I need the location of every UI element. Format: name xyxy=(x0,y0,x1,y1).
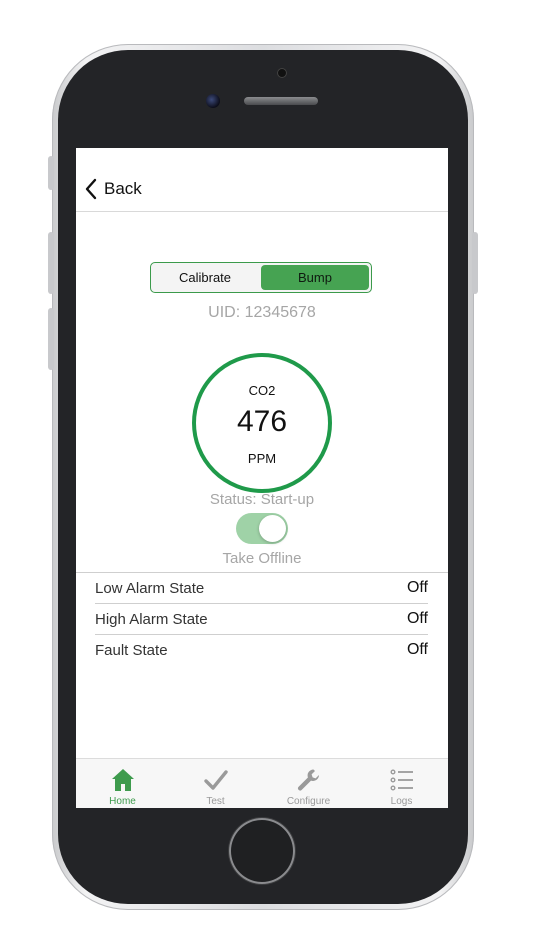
status-text: Status: Start-up xyxy=(209,491,315,508)
volume-down-button xyxy=(48,308,54,370)
earpiece-speaker xyxy=(244,97,318,105)
gas-name: CO2 xyxy=(248,383,276,398)
power-button xyxy=(472,232,478,294)
app-screen: Back Calibrate Bump UID: 12345678 CO2 47… xyxy=(76,148,448,808)
chevron-left-icon xyxy=(85,178,97,200)
device-uid: UID: 12345678 xyxy=(208,304,316,321)
toggle-knob xyxy=(259,515,286,542)
tab-label: Logs xyxy=(390,796,413,807)
back-button[interactable]: Back xyxy=(84,176,142,202)
state-row-high-alarm: High Alarm State Off xyxy=(95,604,428,635)
state-label: High Alarm State xyxy=(95,610,208,628)
state-value: Off xyxy=(406,579,428,596)
gas-unit: PPM xyxy=(247,451,277,466)
gas-reading-gauge: CO2 476 PPM xyxy=(192,353,332,493)
state-value: Off xyxy=(406,641,428,658)
tab-bar: Home Test Configure Logs xyxy=(76,758,448,808)
take-offline-toggle[interactable] xyxy=(236,513,288,544)
state-row-low-alarm: Low Alarm State Off xyxy=(95,573,428,604)
tab-configure[interactable]: Configure xyxy=(262,759,355,808)
tab-label: Configure xyxy=(286,796,331,807)
state-value: Off xyxy=(406,610,428,627)
state-label: Fault State xyxy=(95,641,168,659)
home-icon xyxy=(111,769,134,791)
wrench-icon xyxy=(297,769,319,791)
tab-label: Home xyxy=(109,796,136,807)
segment-bump[interactable]: Bump xyxy=(261,265,369,290)
mute-switch xyxy=(48,156,54,190)
state-label: Low Alarm State xyxy=(95,579,205,597)
home-button[interactable] xyxy=(229,818,295,884)
navigation-bar: Back xyxy=(76,148,448,212)
tab-label: Test xyxy=(206,796,225,807)
mode-segmented-control: Calibrate Bump xyxy=(150,262,372,293)
segment-calibrate[interactable]: Calibrate xyxy=(151,263,259,292)
state-list: Low Alarm State Off High Alarm State Off… xyxy=(95,573,428,665)
tab-test[interactable]: Test xyxy=(169,759,262,808)
tab-home[interactable]: Home xyxy=(76,759,169,808)
volume-up-button xyxy=(48,232,54,294)
state-row-fault: Fault State Off xyxy=(95,635,428,665)
proximity-sensor xyxy=(277,68,287,78)
list-icon xyxy=(390,769,413,791)
back-label: Back xyxy=(104,179,142,198)
tab-logs[interactable]: Logs xyxy=(355,759,448,808)
front-camera xyxy=(206,94,220,108)
stage: Back Calibrate Bump UID: 12345678 CO2 47… xyxy=(0,0,534,950)
take-offline-label: Take Offline xyxy=(222,550,302,567)
gas-value: 476 xyxy=(236,405,288,438)
checkmark-icon xyxy=(203,770,228,790)
